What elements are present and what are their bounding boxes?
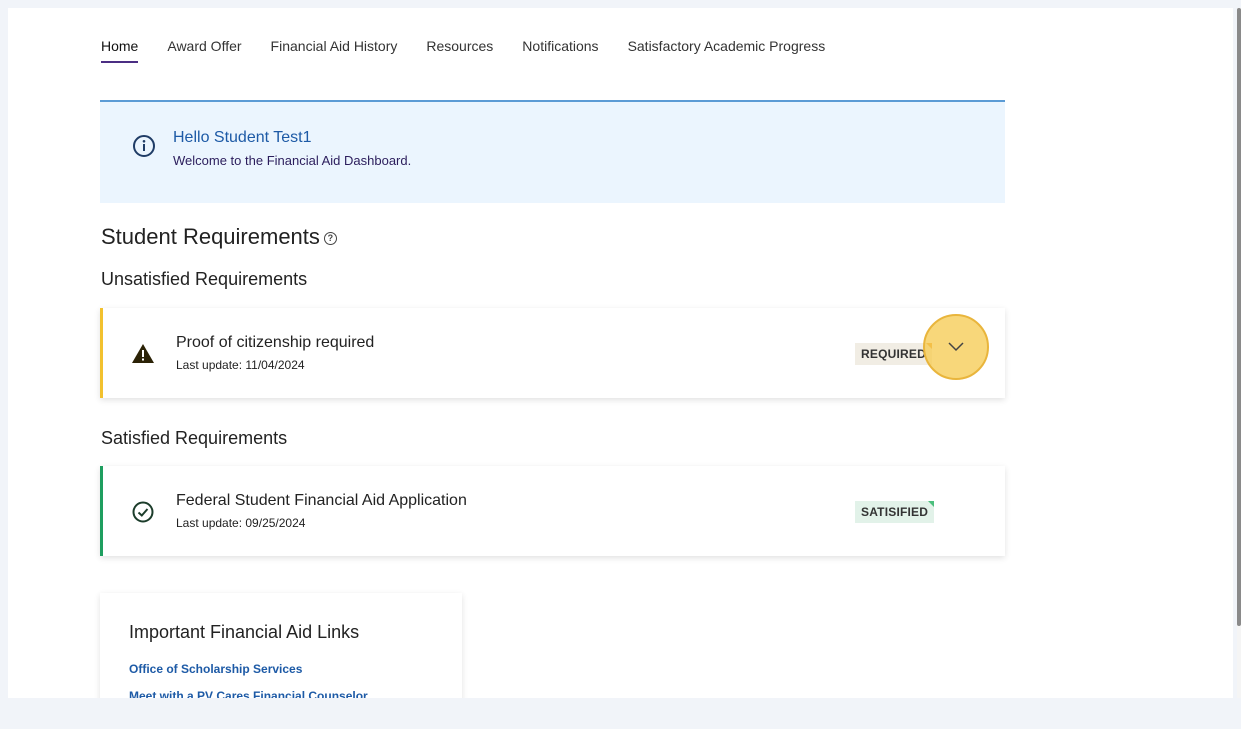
tab-award-offer[interactable]: Award Offer — [167, 38, 241, 63]
top-nav: Home Award Offer Financial Aid History R… — [101, 38, 854, 63]
student-requirements-title: Student Requirements? — [101, 224, 337, 250]
status-badge: REQUIRED — [855, 343, 932, 365]
link-pv-cares-counselor[interactable]: Meet with a PV Cares Financial Counselor — [129, 689, 368, 698]
welcome-subtitle: Welcome to the Financial Aid Dashboard. — [173, 153, 412, 168]
warning-icon — [132, 344, 154, 363]
unsatisfied-requirements-title: Unsatisfied Requirements — [101, 269, 308, 289]
student-requirements-label: Student Requirements — [101, 224, 320, 249]
requirement-card-satisfied[interactable]: Federal Student Financial Aid Applicatio… — [100, 466, 1005, 556]
link-office-of-scholarship-services[interactable]: Office of Scholarship Services — [129, 662, 302, 676]
tab-notifications[interactable]: Notifications — [522, 38, 598, 63]
help-icon[interactable]: ? — [323, 231, 337, 245]
requirement-name: Proof of citizenship required — [176, 334, 375, 351]
info-icon — [133, 135, 155, 157]
requirement-date: Last update: 09/25/2024 — [176, 516, 306, 530]
requirement-name: Federal Student Financial Aid Applicatio… — [176, 492, 467, 509]
requirement-date: Last update: 11/04/2024 — [176, 358, 305, 372]
satisfied-requirements-title: Satisfied Requirements — [101, 428, 288, 448]
tab-financial-aid-history[interactable]: Financial Aid History — [271, 38, 398, 63]
tab-resources[interactable]: Resources — [426, 38, 493, 63]
expand-button[interactable] — [923, 314, 989, 380]
requirement-card-unsatisfied[interactable]: Proof of citizenship required Last updat… — [100, 308, 1005, 398]
welcome-banner: Hello Student Test1 Welcome to the Finan… — [100, 100, 1005, 203]
tab-home[interactable]: Home — [101, 38, 139, 63]
scrollbar-thumb[interactable] — [1237, 8, 1241, 626]
status-badge: SATISIFIED — [855, 501, 935, 523]
links-title: Important Financial Aid Links — [129, 622, 360, 642]
chevron-down-icon — [948, 342, 964, 352]
page-frame: Home Award Offer Financial Aid History R… — [8, 8, 1233, 698]
welcome-title: Hello Student Test1 — [173, 129, 312, 146]
tab-satisfactory-academic-progress[interactable]: Satisfactory Academic Progress — [628, 38, 826, 63]
important-links-card: Important Financial Aid Links Office of … — [100, 593, 462, 698]
check-circle-icon — [132, 501, 154, 523]
